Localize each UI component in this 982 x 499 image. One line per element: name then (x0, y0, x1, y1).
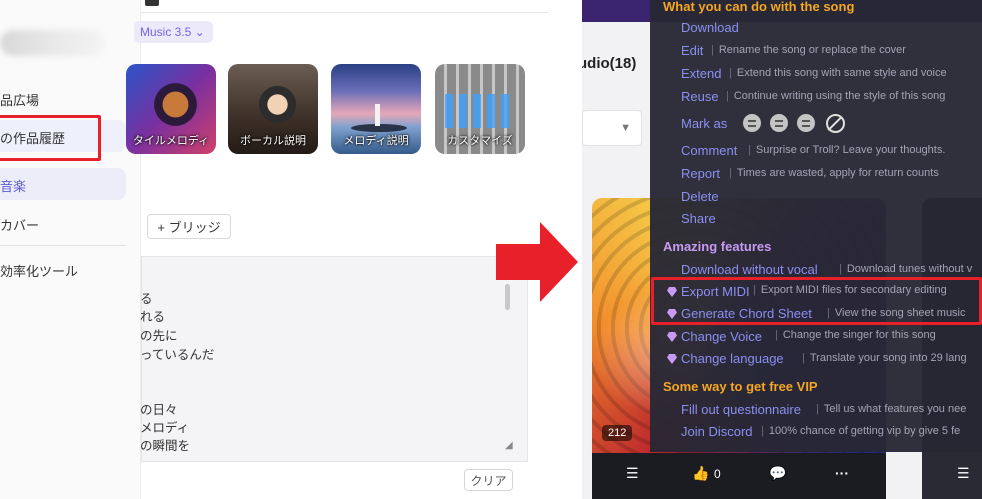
lyric-line: メロディ (140, 421, 190, 435)
lyric-line: の日々 (140, 403, 178, 417)
mark-sad-icon[interactable] (797, 114, 815, 132)
style-tile-2[interactable]: ボーカル説明 (228, 64, 318, 154)
lyric-line: の先に (140, 329, 178, 343)
menu-section-title: Some way to get free VIP (663, 379, 818, 394)
mark-none-icon[interactable] (826, 114, 845, 133)
menu-item-change-language[interactable]: Change language (667, 351, 784, 366)
menu-item-desc: | Surprise or Troll? Leave your thoughts. (748, 144, 946, 156)
menu-section-title: What you can do with the song (663, 0, 855, 14)
menu-item-desc: | Tell us what features you nee (816, 403, 967, 415)
studio-tab[interactable]: udio(18) (582, 55, 636, 72)
style-tile-label: タイルメロディ (132, 135, 210, 147)
menu-item-desc: | 100% chance of getting vip by give 5 fe (761, 425, 961, 437)
blurred-username (0, 30, 104, 56)
sidebar: 品広場 の作品履歴 音楽 カバー 効率化ツール (0, 0, 141, 499)
menu-item-mark-as: Mark as (681, 116, 728, 131)
menu-item-desc: | Times are wasted, apply for return coun… (729, 167, 939, 179)
menu-item-share[interactable]: Share (681, 211, 716, 226)
lyric-line: れる (140, 310, 166, 324)
menu-item-join-discord[interactable]: Join Discord (681, 424, 753, 439)
lyric-line: の瞬間を (140, 439, 191, 453)
style-tile-label: メロディ説明 (343, 135, 409, 147)
menu-item-export-midi[interactable]: Export MIDI (667, 284, 750, 299)
like-count: 0 (714, 467, 721, 481)
mixer-lights (445, 94, 515, 128)
menu-item-desc: | Continue writing using the style of thi… (726, 90, 946, 102)
lyrics-list-icon[interactable]: ☰ (626, 465, 639, 482)
sidebar-item-tools[interactable]: 効率化ツール (0, 261, 78, 280)
highlight-history-box (0, 115, 101, 161)
menu-item-edit[interactable]: Edit (681, 43, 703, 58)
style-tile-label: ボーカル説明 (240, 135, 306, 147)
menu-item-desc: | Translate your song into 29 lang (802, 352, 967, 364)
menu-item-desc: | Extend this song with same style and vo… (729, 67, 947, 79)
top-app-icon[interactable] (145, 0, 159, 6)
gem-icon (667, 287, 677, 297)
gem-icon (667, 332, 677, 342)
lighthouse-shape (375, 104, 380, 126)
lyric-line: る (140, 292, 153, 306)
mark-neutral-icon[interactable] (770, 114, 788, 132)
lyric-line: っているんだ (140, 348, 215, 362)
mark-troll-icon[interactable] (743, 114, 761, 132)
red-arrow-icon (496, 222, 578, 302)
style-tile-3[interactable]: メロディ説明 (331, 64, 421, 154)
like-icon[interactable]: 👍 (692, 465, 709, 482)
clear-button[interactable]: クリア (464, 469, 513, 491)
menu-item-desc: | View the song sheet music (827, 307, 966, 319)
gem-icon (667, 354, 677, 364)
style-tile-label: カスタマイズ (447, 135, 513, 147)
menu-item-comment[interactable]: Comment (681, 143, 737, 158)
menu-item-desc: | Change the singer for this song (775, 329, 936, 341)
comment-icon[interactable]: 💬 (769, 465, 786, 482)
menu-item-extend[interactable]: Extend (681, 66, 721, 81)
menu-item-desc: | Download tunes without v (839, 263, 973, 275)
top-divider (140, 12, 548, 13)
menu-item-change-voice[interactable]: Change Voice (667, 329, 762, 344)
menu-item-generate-chord-sheet[interactable]: Generate Chord Sheet (667, 306, 812, 321)
more-icon[interactable]: ··· (835, 465, 849, 481)
sidebar-item-music[interactable]: 音楽 (0, 176, 26, 195)
menu-item-reuse[interactable]: Reuse (681, 89, 719, 104)
menu-item-download[interactable]: Download (681, 20, 739, 35)
play-count-badge: 212 (602, 425, 633, 441)
sidebar-item-plaza[interactable]: 品広場 (0, 90, 39, 109)
style-tile-4[interactable]: カスタマイズ (435, 64, 525, 154)
style-tile-1[interactable]: タイルメロディ (126, 64, 216, 154)
menu-item-desc: | Rename the song or replace the cover (711, 44, 906, 56)
resize-handle-icon[interactable]: ◢ (505, 440, 513, 451)
menu-item-download-without-vocal[interactable]: Download without vocal (681, 262, 818, 277)
add-bridge-button[interactable]: + ブリッジ (147, 214, 231, 239)
dropdown-caret-icon: ▼ (620, 122, 631, 134)
menu-section-title: Amazing features (663, 239, 772, 254)
left-screenshot-panel: 品広場 の作品履歴 音楽 カバー 効率化ツール Music 3.5 ⌄ タイルメ… (0, 0, 548, 499)
menu-item-questionnaire[interactable]: Fill out questionnaire (681, 402, 801, 417)
lyrics-list-icon-2[interactable]: ☰ (957, 465, 970, 482)
sidebar-item-cover[interactable]: カバー (0, 215, 39, 234)
sidebar-divider (0, 245, 126, 246)
menu-item-report[interactable]: Report (681, 166, 720, 181)
menu-item-delete[interactable]: Delete (681, 189, 719, 204)
gem-icon (667, 309, 677, 319)
model-selector-chip[interactable]: Music 3.5 ⌄ (134, 21, 213, 43)
menu-item-desc: | Export MIDI files for secondary editing (753, 284, 947, 296)
filter-select[interactable]: ▼ (582, 110, 642, 146)
